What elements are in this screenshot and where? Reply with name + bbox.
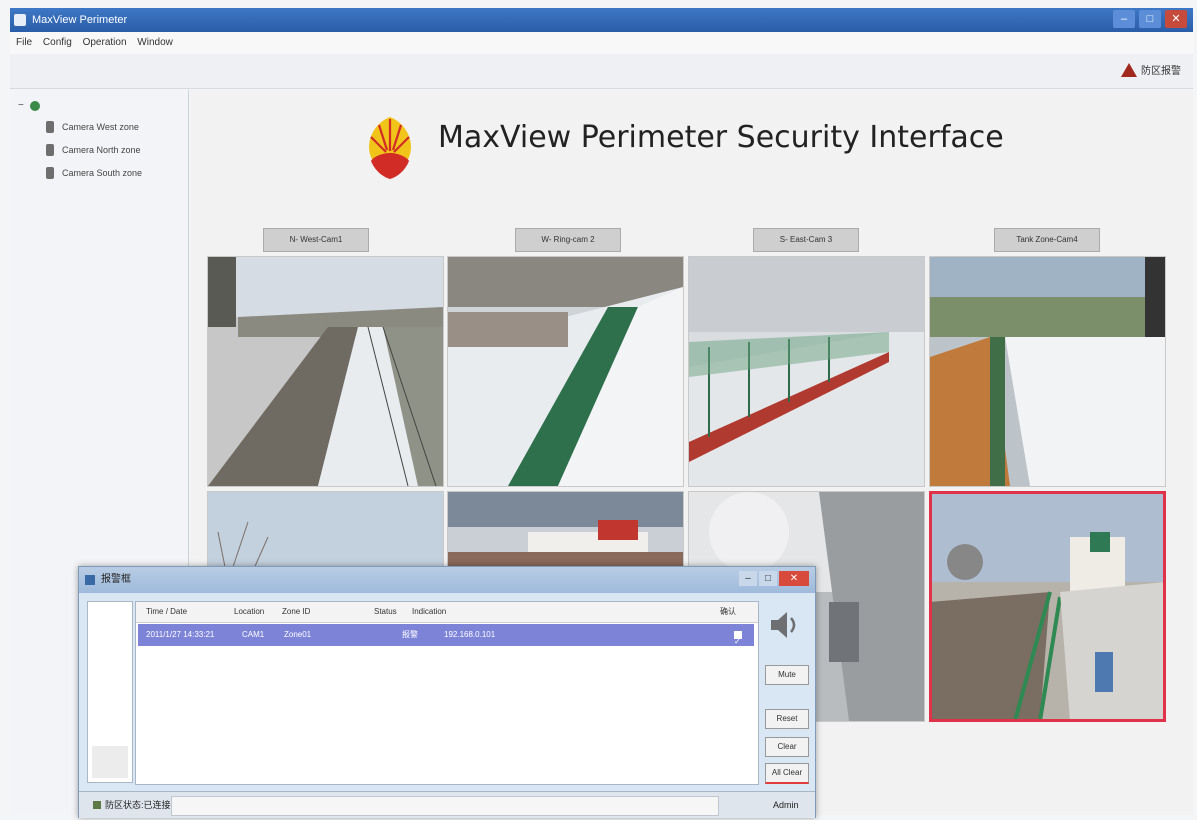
tree-root[interactable]: − <box>18 100 142 111</box>
menu-operation[interactable]: Operation <box>83 37 127 48</box>
col-location[interactable]: Location <box>234 602 264 622</box>
menu-window[interactable]: Window <box>137 37 173 48</box>
camera-icon <box>46 144 54 156</box>
ack-checkbox[interactable]: ✓ <box>734 631 742 646</box>
col-status[interactable]: Status <box>374 602 397 622</box>
dialog-minimize-button[interactable]: – <box>739 571 757 586</box>
connection-icon <box>93 801 101 809</box>
camera-label-3[interactable]: S- East-Cam 3 <box>753 228 859 252</box>
cell-indication-value: 192.168.0.101 <box>444 630 496 639</box>
dialog-maximize-button[interactable]: □ <box>759 571 777 586</box>
company-logo <box>369 117 411 179</box>
window-titlebar: MaxView Perimeter – □ ✕ <box>10 8 1193 32</box>
cell-time: 2011/1/27 14:33:21 <box>146 630 215 639</box>
menu-config[interactable]: Config <box>43 37 72 48</box>
warning-icon <box>1121 62 1137 77</box>
window-title: MaxView Perimeter <box>32 14 128 26</box>
camera-label-1[interactable]: N- West-Cam1 <box>263 228 369 252</box>
speaker-icon <box>771 612 796 638</box>
all-clear-button[interactable]: All Clear <box>765 763 809 784</box>
status-label: 防区状态:已连接 <box>105 800 171 810</box>
alarm-tray[interactable]: 防区报警 <box>1121 62 1181 77</box>
menu-file[interactable]: File <box>16 37 32 48</box>
cell-location: CAM1 <box>242 630 265 639</box>
maximize-button[interactable]: □ <box>1139 10 1161 28</box>
camera-icon <box>46 121 54 133</box>
clear-button[interactable]: Clear <box>765 737 809 757</box>
alarm-tree-footer <box>92 746 128 778</box>
col-zone[interactable]: Zone ID <box>282 602 310 622</box>
cell-zone: Zone01 <box>284 630 312 639</box>
tree-item-label: Camera West zone <box>62 122 139 132</box>
status-field <box>171 796 719 816</box>
device-tree: − Camera West zone Camera North zone Cam… <box>18 100 142 180</box>
camera-feed-1[interactable] <box>207 256 444 487</box>
col-ack[interactable]: 确认 <box>720 602 736 622</box>
alarm-icon <box>85 575 95 585</box>
collapse-icon[interactable]: − <box>18 100 24 111</box>
camera-feed-3[interactable] <box>688 256 925 487</box>
col-indication[interactable]: Indication <box>412 602 446 622</box>
camera-feed-8-alarm[interactable] <box>929 491 1166 722</box>
tree-item-label: Camera South zone <box>62 168 143 178</box>
status-user: Admin <box>773 800 799 810</box>
camera-label-2[interactable]: W- Ring-cam 2 <box>515 228 621 252</box>
col-time[interactable]: Time / Date <box>146 602 187 622</box>
globe-icon <box>29 100 40 111</box>
camera-feed-4[interactable] <box>929 256 1166 487</box>
alarm-dialog: 报警框 – □ ✕ Time / Date Location Zone ID S… <box>78 566 816 818</box>
mute-button[interactable]: Mute <box>765 665 809 685</box>
tree-item-north[interactable]: Camera North zone <box>46 143 142 157</box>
alarm-table: Time / Date Location Zone ID Status Indi… <box>135 601 759 785</box>
alarm-dialog-titlebar: 报警框 – □ ✕ <box>79 567 815 593</box>
cell-indication-label: 报警 <box>402 630 418 639</box>
alarm-tray-label: 防区报警 <box>1141 66 1181 77</box>
alarm-status-bar: 防区状态:已连接 Admin <box>79 791 815 818</box>
tree-item-label: Camera North zone <box>62 145 141 155</box>
alarm-dialog-title: 报警框 <box>101 574 131 585</box>
table-row[interactable]: 2011/1/27 14:33:21 CAM1 Zone01 报警 192.16… <box>138 624 754 646</box>
tree-item-south[interactable]: Camera South zone <box>46 166 142 180</box>
page-title: MaxView Perimeter Security Interface <box>438 120 1004 155</box>
camera-feed-2[interactable] <box>447 256 684 487</box>
alarm-tree-pane <box>87 601 133 783</box>
minimize-button[interactable]: – <box>1113 10 1135 28</box>
alarm-controls: Mute Reset Clear All Clear <box>761 601 811 791</box>
tree-item-west[interactable]: Camera West zone <box>46 120 142 134</box>
toolbar: 防区报警 <box>10 54 1193 89</box>
close-button[interactable]: ✕ <box>1165 10 1187 28</box>
dialog-close-button[interactable]: ✕ <box>779 571 809 586</box>
alarm-table-header: Time / Date Location Zone ID Status Indi… <box>136 602 758 623</box>
camera-icon <box>46 167 54 179</box>
menu-bar: File Config Operation Window <box>10 32 1193 54</box>
app-icon <box>14 14 26 26</box>
reset-button[interactable]: Reset <box>765 709 809 729</box>
camera-label-4[interactable]: Tank Zone-Cam4 <box>994 228 1100 252</box>
